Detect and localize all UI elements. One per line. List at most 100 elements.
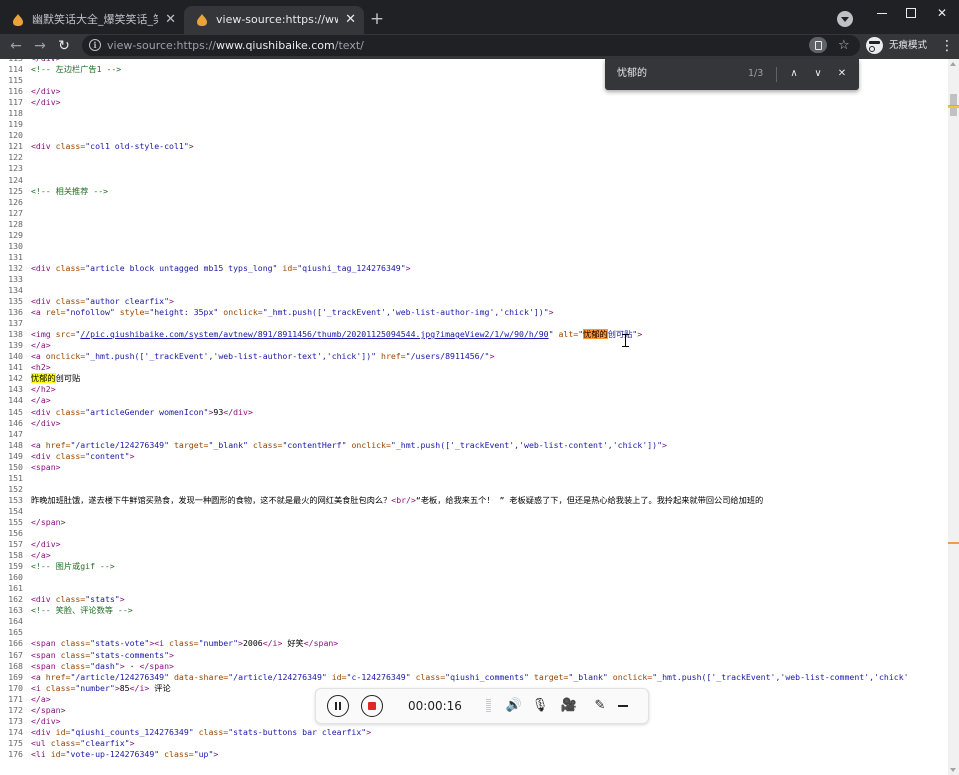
- attribute-name-token: target=: [173, 439, 209, 450]
- line-code: <div class="col1 old-style-col1">: [31, 141, 194, 152]
- attribute-name-token: onclick=: [612, 671, 653, 682]
- attribute-value-token: "contentHerf": [282, 439, 347, 450]
- tab-close-icon[interactable]: ✕: [345, 6, 356, 34]
- source-link[interactable]: //pic.qiushibaike.com/system/avtnew/891/…: [80, 329, 548, 339]
- attribute-name-token: onclick=: [223, 307, 263, 318]
- html-tag-token: </div>: [31, 86, 61, 97]
- line-code: </div>: [31, 418, 61, 429]
- tab-close-icon[interactable]: ✕: [165, 6, 176, 34]
- attribute-name-token: onclick=: [351, 439, 391, 450]
- source-line: 165: [0, 627, 948, 638]
- source-line: 161: [0, 583, 948, 594]
- speaker-icon[interactable]: 🔊: [504, 689, 524, 723]
- html-tag-token: </div>: [31, 97, 61, 108]
- source-line: 154: [0, 506, 948, 517]
- attribute-name-token: class=: [55, 594, 86, 605]
- camera-off-icon[interactable]: 🎥: [559, 689, 579, 723]
- line-code: 昨晚加班肚饿，遂去楼下牛鲜馆买熟食，发现一种圆形的食物，这不就是最火的网红美食肚…: [31, 495, 763, 506]
- source-line: 174 <div id="qiushi_counts_124276349" cla…: [0, 727, 948, 738]
- line-code: <ul class="clearfix">: [31, 738, 135, 749]
- line-code: <div class="stats">: [31, 594, 125, 605]
- line-number: 130: [8, 240, 23, 251]
- source-line: 176 <li id="vote-up-124276349" class="up"…: [0, 749, 948, 760]
- line-code: </div>: [31, 716, 61, 727]
- find-input[interactable]: 忧郁的: [617, 59, 647, 88]
- minimize-button[interactable]: [867, 2, 897, 24]
- source-line: 132 <div class="article block untagged mb…: [0, 263, 948, 274]
- line-number: 118: [8, 108, 23, 119]
- vertical-scrollbar[interactable]: [948, 59, 959, 775]
- find-previous-button[interactable]: ∧: [786, 59, 802, 88]
- line-number: 151: [8, 472, 23, 483]
- source-line: 143 </h2>: [0, 384, 948, 395]
- source-line: 119: [0, 119, 948, 130]
- attribute-value-token: "stats-comments": [90, 649, 170, 660]
- source-line: 168 <span class="dash"> · </span>: [0, 661, 948, 672]
- source-line: 138 <img src="//pic.qiushibaike.com/syste…: [0, 329, 948, 340]
- forward-button[interactable]: →: [29, 34, 51, 59]
- attribute-value-token: "number": [75, 682, 115, 693]
- html-tag-token: <a: [31, 671, 46, 682]
- bookmark-star-icon[interactable]: ☆: [838, 35, 850, 56]
- line-number: 156: [8, 528, 23, 539]
- stop-recording-button[interactable]: [361, 695, 383, 717]
- pen-tool-icon[interactable]: ✎: [590, 689, 610, 723]
- tab-qiushibaike-list[interactable]: 幽默笑话大全_爆笑笑话_笑破你的肚皮 ✕: [0, 6, 184, 34]
- html-tag-token: </span>: [139, 660, 174, 671]
- source-line: 136 <a rel="nofollow" style="height: 35px…: [0, 307, 948, 318]
- attribute-name-token: id=: [331, 671, 347, 682]
- find-close-button[interactable]: ✕: [834, 59, 850, 88]
- source-line: 141 <h2>: [0, 362, 948, 373]
- html-tag-token: <div: [31, 726, 56, 737]
- browser-toolbar: ← → ↻ i view-source:https://www.qiushiba…: [0, 34, 959, 59]
- reload-button[interactable]: ↻: [53, 34, 75, 59]
- attribute-name-token: target=: [533, 671, 569, 682]
- line-number: 129: [8, 229, 23, 240]
- source-line: 167 <span class="stats-comments">: [0, 650, 948, 661]
- line-number: 138: [8, 329, 23, 340]
- find-highlight-current: 忧郁的: [583, 329, 608, 340]
- browser-menu-icon[interactable]: ⋮: [940, 34, 954, 59]
- html-tag-token: <span: [31, 660, 61, 671]
- tab-view-source[interactable]: view-source:https://www.qiushibaike.com …: [184, 6, 364, 34]
- source-lines: 113</div>114<!-- 左边栏广告1 -->115116</div>1…: [0, 59, 948, 760]
- audio-level-meter: [486, 699, 491, 713]
- page-action-icon[interactable]: [809, 37, 827, 53]
- attribute-name-token: class=: [45, 682, 76, 693]
- html-tag-token: </div>: [31, 417, 61, 428]
- line-number: 164: [8, 616, 23, 627]
- source-line: 162 <div class="stats">: [0, 594, 948, 605]
- html-tag-token: >: [188, 141, 194, 152]
- site-info-icon[interactable]: i: [89, 39, 101, 51]
- html-tag-token: </i>: [262, 638, 283, 649]
- attribute-value-token: "stats": [85, 594, 120, 605]
- line-number: 134: [8, 284, 23, 295]
- attribute-value-token: "content": [85, 450, 130, 461]
- html-tag-token: <img: [31, 329, 56, 340]
- back-button[interactable]: ←: [5, 34, 27, 59]
- maximize-button[interactable]: [896, 2, 926, 24]
- line-code: </span>: [31, 517, 66, 528]
- new-tab-button[interactable]: +: [369, 7, 385, 31]
- attribute-name-token: class=: [60, 638, 91, 649]
- scroll-up-icon[interactable]: [950, 62, 956, 66]
- find-next-button[interactable]: ∨: [810, 59, 826, 88]
- comment-token: <!-- 图片或gif -->: [31, 561, 115, 572]
- line-number: 171: [8, 693, 23, 704]
- pause-recording-button[interactable]: [327, 695, 349, 717]
- source-line: 149 <div class="content">: [0, 451, 948, 462]
- tab-search-icon[interactable]: [837, 11, 853, 27]
- address-bar[interactable]: i view-source:https://www.qiushibaike.co…: [82, 35, 860, 56]
- close-window-button[interactable]: ✕: [927, 2, 957, 24]
- source-line: 145 <div class="articleGender womenIcon">…: [0, 407, 948, 418]
- source-line: 131: [0, 252, 948, 263]
- address-url[interactable]: view-source:https://www.qiushibaike.com/…: [107, 35, 364, 56]
- line-code: </a>: [31, 340, 51, 351]
- comment-token: <!-- 笑脸、评论数等 -->: [31, 605, 133, 616]
- source-line: 159 <!-- 图片或gif -->: [0, 561, 948, 572]
- scroll-down-icon[interactable]: [950, 768, 956, 772]
- microphone-muted-icon[interactable]: 🎙: [530, 689, 550, 723]
- minimize-recorder-button[interactable]: [618, 705, 628, 707]
- html-tag-token: <div: [31, 296, 56, 307]
- attribute-value-token: "dash": [90, 660, 120, 671]
